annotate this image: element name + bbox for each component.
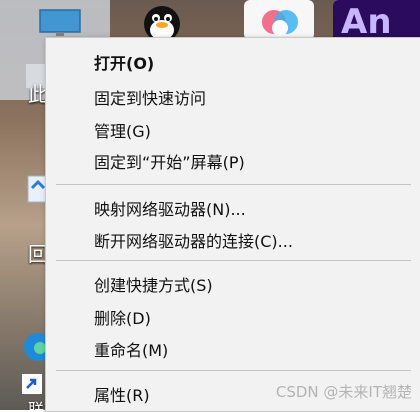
menu-item-label: 固定到快速访问 bbox=[94, 89, 207, 108]
menu-item-label: 重命名(M) bbox=[94, 341, 169, 360]
menu-item-label: 固定到“开始”屏幕(P) bbox=[94, 153, 245, 172]
qq-penguin-icon[interactable] bbox=[140, 0, 184, 42]
csdn-watermark: CSDN @未来IT翘楚 bbox=[275, 383, 412, 401]
menu-item-rename[interactable]: 重命名(M) bbox=[46, 333, 420, 365]
menu-separator bbox=[56, 260, 411, 261]
menu-item-disconnect-network-drive[interactable]: 断开网络驱动器的连接(C)... bbox=[46, 224, 420, 256]
menu-item-delete[interactable]: 删除(D) bbox=[46, 301, 420, 333]
menu-item-label: 创建快捷方式(S) bbox=[94, 276, 213, 295]
menu-item-manage[interactable]: 管理(G) bbox=[46, 114, 420, 146]
menu-item-open[interactable]: 打开(O) bbox=[46, 46, 420, 78]
context-menu: 打开(O) 固定到快速访问 管理(G) 固定到“开始”屏幕(P) 映射网络驱动器… bbox=[45, 37, 420, 412]
menu-item-map-network-drive[interactable]: 映射网络驱动器(N)... bbox=[46, 192, 420, 224]
menu-item-pin-start[interactable]: 固定到“开始”屏幕(P) bbox=[46, 145, 420, 177]
shortcut-arrow-icon bbox=[22, 374, 42, 394]
menu-item-label: 属性(R) bbox=[94, 386, 150, 405]
menu-item-label: 管理(G) bbox=[94, 122, 151, 141]
menu-item-create-shortcut[interactable]: 创建快捷方式(S) bbox=[46, 268, 420, 300]
adobe-tile-text: An bbox=[341, 2, 392, 42]
menu-separator bbox=[56, 370, 411, 371]
menu-item-label: 映射网络驱动器(N)... bbox=[94, 200, 246, 219]
colorful-app-icon bbox=[262, 10, 298, 36]
menu-item-label: 删除(D) bbox=[94, 309, 151, 328]
menu-item-label: 打开(O) bbox=[94, 54, 155, 73]
menu-item-label: 断开网络驱动器的连接(C)... bbox=[94, 232, 293, 251]
menu-item-pin-quick-access[interactable]: 固定到快速访问 bbox=[46, 81, 420, 113]
adobe-animate-tile[interactable]: An bbox=[333, 0, 420, 42]
monitor-icon bbox=[39, 9, 81, 36]
app-tile-colorful[interactable] bbox=[244, 0, 314, 40]
menu-separator bbox=[56, 184, 411, 185]
